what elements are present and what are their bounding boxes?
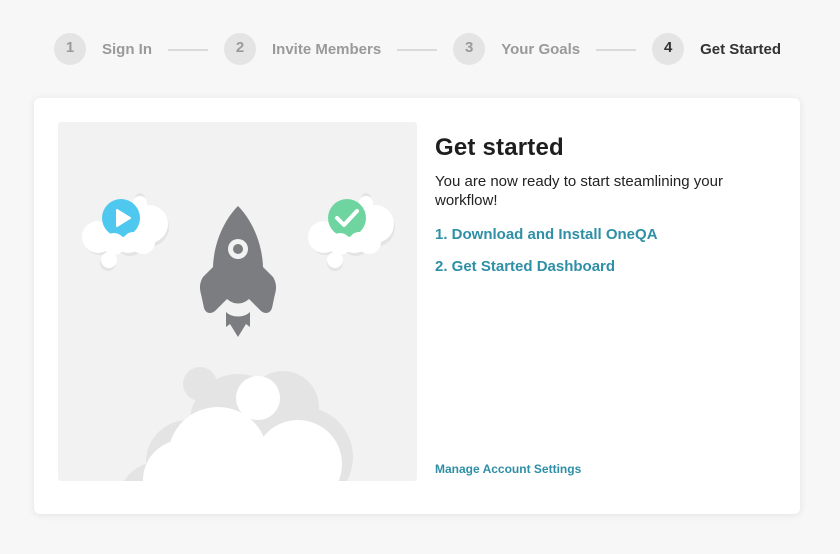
step-sign-in[interactable]: 1 Sign In	[54, 33, 152, 65]
step-label: Your Goals	[501, 41, 581, 58]
step-number: 2	[224, 33, 256, 65]
progress-stepper: 1 Sign In 2 Invite Members 3 Your Goals …	[54, 33, 781, 65]
manage-account-settings-link[interactable]: Manage Account Settings	[435, 462, 581, 476]
step-invite-members[interactable]: 2 Invite Members	[224, 33, 381, 65]
step-number: 3	[453, 33, 486, 65]
cloud-icon	[123, 367, 353, 481]
step-number: 4	[652, 33, 685, 65]
get-started-content: Get started You are now ready to start s…	[435, 134, 775, 275]
step-get-started[interactable]: 4 Get Started	[652, 33, 781, 65]
rocket-illustration	[58, 122, 417, 481]
page-title: Get started	[435, 134, 564, 161]
step-connector	[596, 49, 637, 51]
step-number: 1	[54, 33, 86, 65]
rocket-icon	[199, 206, 277, 337]
description-text: You are now ready to start steamlining y…	[435, 173, 723, 209]
dashboard-link[interactable]: 2. Get Started Dashboard	[435, 258, 775, 275]
get-started-card: Get started You are now ready to start s…	[34, 98, 800, 514]
step-your-goals[interactable]: 3 Your Goals	[453, 33, 580, 65]
step-label: Invite Members	[272, 41, 382, 58]
download-install-link[interactable]: 1. Download and Install OneQA	[435, 226, 775, 243]
step-connector	[397, 49, 438, 51]
step-connector	[168, 49, 208, 51]
step-label: Sign In	[102, 41, 152, 58]
step-label: Get Started	[700, 41, 781, 58]
